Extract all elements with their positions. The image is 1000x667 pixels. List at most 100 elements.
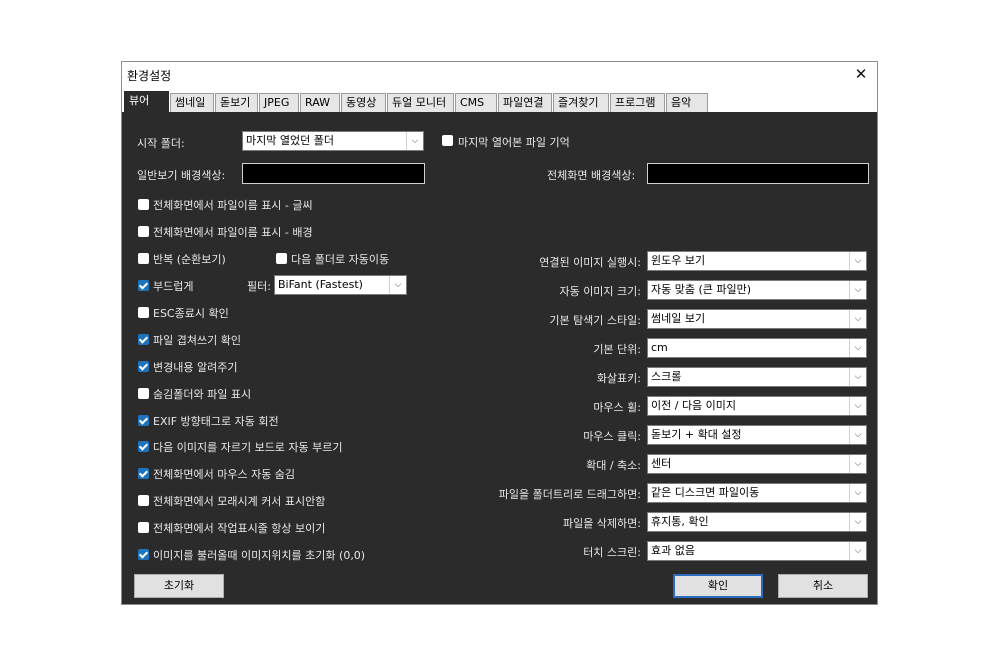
chevron-down-icon: ⌵ bbox=[849, 513, 866, 531]
right-option-label: 기본 단위: bbox=[593, 343, 641, 356]
tab-video[interactable]: 동영상 bbox=[341, 93, 386, 112]
tab-jpeg[interactable]: JPEG bbox=[259, 93, 299, 112]
linked-image-launch-select[interactable]: 윈도우 보기 ⌵ bbox=[647, 251, 867, 271]
option-label: 이미지를 불러올때 이미지위치를 초기화 (0,0) bbox=[153, 549, 366, 562]
chevron-down-icon: ⌵ bbox=[406, 132, 423, 150]
select-value: 스크롤 bbox=[651, 370, 682, 383]
chevron-down-icon: ⌵ bbox=[849, 310, 866, 328]
select-value: 돋보기 + 확대 설정 bbox=[651, 428, 742, 441]
explorer-style-select[interactable]: 썸네일 보기 ⌵ bbox=[647, 309, 867, 329]
option-label: 변경내용 알려주기 bbox=[153, 361, 238, 374]
option-label: 반복 (순환보기) bbox=[153, 253, 226, 266]
option-label: EXIF 방향태그로 자동 회전 bbox=[153, 415, 279, 428]
normal-bg-color-swatch[interactable] bbox=[242, 163, 425, 184]
tab-raw[interactable]: RAW bbox=[300, 93, 340, 112]
select-value: cm bbox=[651, 341, 668, 354]
touch-screen-select[interactable]: 효과 없음 ⌵ bbox=[647, 541, 867, 561]
tab-dual-monitor[interactable]: 듀얼 모니터 bbox=[387, 93, 454, 112]
option-label: 파일 겹쳐쓰기 확인 bbox=[153, 334, 241, 347]
option-checkbox[interactable] bbox=[138, 549, 149, 560]
mouse-click-select[interactable]: 돋보기 + 확대 설정 ⌵ bbox=[647, 425, 867, 445]
cancel-button[interactable]: 취소 bbox=[778, 574, 868, 598]
option-checkbox[interactable] bbox=[138, 361, 149, 372]
tab-viewer[interactable]: 뷰어 bbox=[124, 91, 169, 112]
fullscreen-bg-color-swatch[interactable] bbox=[647, 163, 869, 184]
next-folder-checkbox[interactable] bbox=[276, 253, 287, 264]
tab-magnifier[interactable]: 돋보기 bbox=[215, 93, 258, 112]
option-checkbox[interactable] bbox=[138, 334, 149, 345]
tab-cms[interactable]: CMS bbox=[455, 93, 497, 112]
window-title: 환경설정 bbox=[127, 69, 172, 83]
delete-file-select[interactable]: 휴지통, 확인 ⌵ bbox=[647, 512, 867, 532]
normal-bg-label: 일반보기 배경색상: bbox=[137, 169, 226, 182]
option-checkbox[interactable] bbox=[138, 226, 149, 237]
filter-label: 필터: bbox=[247, 280, 271, 293]
option-label: ESC종료시 확인 bbox=[153, 307, 229, 320]
start-folder-select[interactable]: 마지막 열었던 폴더 ⌵ bbox=[242, 131, 424, 151]
option-checkbox[interactable] bbox=[138, 307, 149, 318]
right-option-label: 마우스 클릭: bbox=[583, 430, 641, 443]
tab-program[interactable]: 프로그램 bbox=[610, 93, 665, 112]
option-label: 전체화면에서 모래시계 커서 표시안함 bbox=[153, 495, 326, 508]
tab-file-association[interactable]: 파일연결 bbox=[498, 93, 552, 112]
chevron-down-icon: ⌵ bbox=[849, 426, 866, 444]
right-option-label: 기본 탐색기 스타일: bbox=[549, 314, 641, 327]
option-checkbox[interactable] bbox=[138, 199, 149, 210]
option-checkbox[interactable] bbox=[138, 522, 149, 533]
right-option-label: 파일을 삭제하면: bbox=[562, 517, 641, 530]
remember-last-file-checkbox[interactable] bbox=[442, 135, 453, 146]
right-option-label: 화살표키: bbox=[596, 372, 641, 385]
option-checkbox[interactable] bbox=[138, 495, 149, 506]
default-unit-select[interactable]: cm ⌵ bbox=[647, 338, 867, 358]
right-option-label: 터치 스크린: bbox=[583, 546, 641, 559]
right-option-label: 파일을 폴더트리로 드래그하면: bbox=[498, 488, 641, 501]
option-label: 전체화면에서 파일이름 표시 - 배경 bbox=[153, 226, 313, 239]
start-folder-label: 시작 폴더: bbox=[137, 137, 185, 150]
chevron-down-icon: ⌵ bbox=[849, 542, 866, 560]
select-value: 썸네일 보기 bbox=[651, 312, 706, 325]
chevron-down-icon: ⌵ bbox=[849, 281, 866, 299]
reset-button[interactable]: 초기화 bbox=[134, 574, 224, 598]
select-value: 센터 bbox=[651, 457, 672, 470]
tab-strip: 뷰어 썸네일 돋보기 JPEG RAW 동영상 듀얼 모니터 CMS 파일연결 … bbox=[122, 87, 877, 112]
chevron-down-icon: ⌵ bbox=[849, 252, 866, 270]
select-value: 휴지통, 확인 bbox=[651, 515, 709, 528]
mouse-wheel-select[interactable]: 이전 / 다음 이미지 ⌵ bbox=[647, 396, 867, 416]
fullscreen-bg-label: 전체화면 배경색상: bbox=[547, 169, 636, 182]
arrow-key-select[interactable]: 스크롤 ⌵ bbox=[647, 367, 867, 387]
option-checkbox[interactable] bbox=[138, 253, 149, 264]
option-label: 전체화면에서 작업표시줄 항상 보이기 bbox=[153, 522, 326, 535]
right-option-label: 연결된 이미지 실행시: bbox=[539, 256, 641, 269]
chevron-down-icon: ⌵ bbox=[849, 368, 866, 386]
right-option-label: 확대 / 축소: bbox=[586, 459, 641, 472]
zoom-select[interactable]: 센터 ⌵ bbox=[647, 454, 867, 474]
right-option-label: 마우스 휠: bbox=[593, 401, 641, 414]
settings-dialog: 환경설정 ✕ 뷰어 썸네일 돋보기 JPEG RAW 동영상 듀얼 모니터 CM… bbox=[121, 61, 878, 605]
title-bar: 환경설정 ✕ bbox=[122, 62, 877, 87]
select-value: 자동 맞춤 (큰 파일만) bbox=[651, 283, 752, 296]
option-checkbox[interactable] bbox=[138, 468, 149, 479]
tab-music[interactable]: 음악 bbox=[666, 93, 708, 112]
option-checkbox[interactable] bbox=[138, 280, 149, 291]
option-label: 전체화면에서 파일이름 표시 - 글씨 bbox=[153, 199, 313, 212]
option-checkbox[interactable] bbox=[138, 415, 149, 426]
ok-button[interactable]: 확인 bbox=[673, 574, 763, 598]
close-icon[interactable]: ✕ bbox=[851, 65, 871, 83]
option-label: 부드럽게 bbox=[153, 280, 194, 293]
chevron-down-icon: ⌵ bbox=[849, 484, 866, 502]
remember-last-file-label: 마지막 열어본 파일 기억 bbox=[458, 136, 570, 149]
tab-thumbnail[interactable]: 썸네일 bbox=[170, 93, 214, 112]
select-value: 효과 없음 bbox=[651, 544, 695, 557]
select-value: 윈도우 보기 bbox=[651, 254, 706, 267]
option-checkbox[interactable] bbox=[138, 388, 149, 399]
right-option-label: 자동 이미지 크기: bbox=[559, 285, 641, 298]
chevron-down-icon: ⌵ bbox=[849, 455, 866, 473]
option-label: 숨김폴더와 파일 표시 bbox=[153, 388, 252, 401]
option-checkbox[interactable] bbox=[138, 441, 149, 452]
chevron-down-icon: ⌵ bbox=[849, 339, 866, 357]
auto-image-size-select[interactable]: 자동 맞춤 (큰 파일만) ⌵ bbox=[647, 280, 867, 300]
select-value: 이전 / 다음 이미지 bbox=[651, 399, 737, 412]
tab-favorites[interactable]: 즐겨찾기 bbox=[553, 93, 609, 112]
option-label: 전체화면에서 마우스 자동 숨김 bbox=[153, 468, 296, 481]
drag-to-folder-select[interactable]: 같은 디스크면 파일이동 ⌵ bbox=[647, 483, 867, 503]
